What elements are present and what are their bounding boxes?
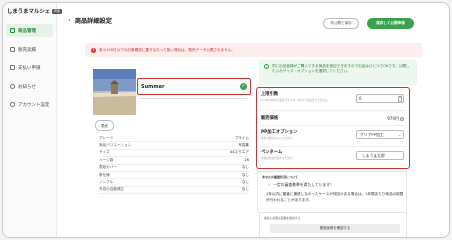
check-review-image-button[interactable]: 審査画像を確認する <box>270 224 400 233</box>
bell-icon <box>10 84 15 89</box>
pp-option-row: PP加工オプション 利用可能はないとされます。 クリアPP加工 ⌄ <box>260 129 406 145</box>
sidebar-item-label: 支払い申請 <box>18 65 41 71</box>
divider <box>139 98 247 99</box>
product-name-value: Summer <box>141 83 165 90</box>
sidebar-item-label: アカウント設定 <box>18 102 50 108</box>
sidebar-item-label: お知らせ <box>18 84 36 90</box>
spec-row: ページ数 26 <box>99 157 249 165</box>
upper-limit-label: 上限引数 <box>261 92 279 97</box>
pp-option-select[interactable]: クリアPP加工 ⌄ <box>356 130 404 139</box>
spec-value: なし <box>241 172 249 177</box>
pen-name-hint: 筆者の名前が表示されます。 <box>261 157 295 160</box>
spec-row: グレード プライム <box>99 135 249 143</box>
pp-option-label: PP加工オプション <box>261 130 298 135</box>
divider <box>260 125 406 126</box>
box-icon <box>10 28 15 33</box>
spec-label: 帯仕様 <box>99 172 110 177</box>
spec-value: 写真集 <box>238 143 249 148</box>
spec-row: ノンブル なし <box>99 179 249 187</box>
sidebar-item-label: 商品管理 <box>18 28 36 34</box>
cover-thumb-tab[interactable]: 表紙 <box>95 120 114 131</box>
review-status-text: 一定の審査基準を満たしています！ <box>273 181 334 187</box>
spec-value: A4スクエア <box>229 150 249 155</box>
alert-banner: ! 各々100日以下の記事確認に置きなおって無い場合は、販売データ公開されません… <box>85 43 422 57</box>
spec-list: グレード プライム 商品バリエーション 写真集 サイズ A4スクエア ページ数 26 表… <box>99 135 249 195</box>
spec-row: 写真の自動補正 なし <box>99 187 249 195</box>
chevron-left-icon[interactable]: ‹ <box>68 17 71 24</box>
upper-limit-row: 上限引数 0〜20,000円で指定できます。0円以下は指定できません。 0 円 <box>260 91 406 109</box>
spec-label: 商品バリエーション <box>99 143 132 148</box>
divider <box>260 146 406 147</box>
main-content: ‹ 商品詳細設定 非公開で保存 保存して公開申請 ! 各々100日以下の記事確認… <box>58 3 449 237</box>
pen-name-label: ペンネーム <box>261 150 283 155</box>
review-image-card: 審査に必要な画像を確認する 審査画像を確認する <box>259 212 407 237</box>
spec-value: プライム <box>234 135 249 140</box>
spec-row: 帯仕様 なし <box>99 172 249 180</box>
sales-settings-form: 上限引数 0〜20,000円で指定できます。0円以下は指定できません。 0 円 … <box>256 87 410 169</box>
price-label: 販売価格 <box>261 116 279 121</box>
wallet-icon <box>10 65 15 70</box>
spec-value: 26 <box>244 158 249 163</box>
check-circle-icon: ✓ <box>240 82 247 90</box>
pen-name-row: ペンネーム 筆者の名前が表示されます。 しまうま太郎 <box>260 149 406 165</box>
spec-value: なし <box>241 165 249 170</box>
sidebar: しまうまマルシェ β版 商品管理 販売実績 支払い申請 お知らせ アカウント設定 <box>3 3 63 237</box>
price-unit: 円 <box>395 115 399 121</box>
help-icon[interactable]: ? <box>400 116 404 121</box>
info-box: i 同じ出品者様がご購入できる商品を追加できますので出品はひとつでOKです。公開… <box>259 60 417 85</box>
page-title: 商品詳細設定 <box>74 18 112 25</box>
check-icon: ✓ <box>268 182 272 187</box>
price-value: 970円? <box>387 116 404 122</box>
upper-limit-value: 0 <box>359 96 362 101</box>
app-frame: しまうまマルシェ β版 商品管理 販売実績 支払い申請 お知らせ アカウント設定 … <box>2 2 450 238</box>
user-icon <box>10 102 15 107</box>
review-status-card: あなたの審査状況について ✓ 一定の審査基準を満たしています！ 1年以内に審査に… <box>257 171 407 213</box>
sidebar-item-payment[interactable]: 支払い申請 <box>6 61 53 74</box>
sidebar-item-sales[interactable]: 販売実績 <box>6 43 53 56</box>
product-name-field[interactable]: Summer ✓ <box>137 78 251 95</box>
chart-icon <box>10 47 15 52</box>
review-status-description: 1年以内に審査に通過しなかったケースが何回かある場合は、1年間あたり商品の制限が… <box>266 192 404 203</box>
page-header: ‹ 商品詳細設定 <box>68 16 112 26</box>
publish-button[interactable]: 保存して公開申請 <box>367 18 414 29</box>
spec-label: ノンブル <box>99 180 114 185</box>
spec-label: ページ数 <box>99 157 114 162</box>
chevron-down-icon: ⌄ <box>397 133 401 137</box>
beach-photo <box>93 69 136 115</box>
sidebar-item-news[interactable]: お知らせ <box>6 80 53 93</box>
upper-limit-input[interactable]: 0 円 <box>356 94 404 103</box>
review-status: ✓ 一定の審査基準を満たしています！ <box>268 182 334 188</box>
sidebar-item-products[interactable]: 商品管理 <box>6 24 53 37</box>
review-status-title: あなたの審査状況について <box>262 175 298 179</box>
spec-label: グレード <box>99 135 114 140</box>
review-image-title: 審査に必要な画像を確認する <box>264 216 301 220</box>
pen-name-input[interactable]: しまうま太郎 <box>356 151 404 160</box>
upper-limit-hint: 0〜20,000円で指定できます。0円以下は指定できません。 <box>261 98 331 102</box>
pp-option-value: クリアPP加工 <box>360 132 384 137</box>
spec-row: サイズ A4スクエア <box>99 150 249 158</box>
spec-label: 写真の自動補正 <box>99 187 125 192</box>
save-draft-button[interactable]: 非公開で保存 <box>323 18 359 29</box>
info-text: 同じ出品者様がご購入できる商品を追加できますので出品はひとつでOKです。公開した… <box>272 64 410 74</box>
product-image[interactable] <box>93 69 136 115</box>
spec-row: 表紙カバー なし <box>99 165 249 172</box>
app-brand: しまうまマルシェ β版 <box>7 7 63 15</box>
pp-option-hint: 利用可能はないとされます。 <box>261 137 295 140</box>
info-icon: i <box>264 64 269 69</box>
alert-icon: ! <box>91 47 96 53</box>
spec-label: サイズ <box>99 150 110 155</box>
spec-row: 商品バリエーション 写真集 <box>99 142 249 150</box>
app-title: しまうまマルシェ <box>7 9 51 15</box>
price-amount: 970 <box>387 115 395 121</box>
sidebar-item-label: 販売実績 <box>18 47 36 53</box>
price-row: 販売価格 970円? <box>260 115 406 123</box>
stepper-icon[interactable]: 円 <box>398 96 402 102</box>
sidebar-item-account[interactable]: アカウント設定 <box>6 98 53 111</box>
alert-text: 各々100日以下の記事確認に置きなおって無い場合は、販売データ公開されません。 <box>99 47 235 52</box>
spec-value: なし <box>241 180 249 185</box>
divider <box>260 110 406 111</box>
spec-value: なし <box>241 187 249 192</box>
spec-label: 表紙カバー <box>99 165 117 170</box>
